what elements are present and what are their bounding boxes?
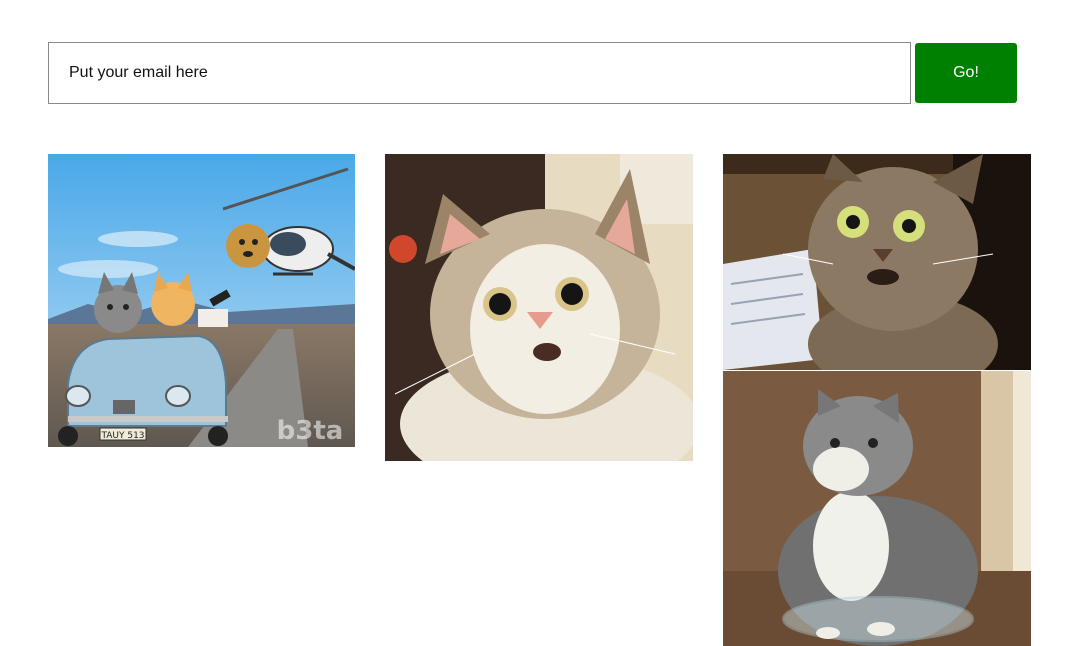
fat-cat-bowl-image bbox=[723, 371, 1031, 646]
b3ta-watermark: b3ta bbox=[277, 416, 344, 446]
go-button[interactable]: Go! bbox=[915, 43, 1017, 103]
gif-fat-cat-in-bowl bbox=[723, 371, 1031, 646]
surprised-tabby-image bbox=[723, 154, 1031, 370]
gif-surprised-tabby-cat bbox=[723, 154, 1031, 370]
email-input[interactable] bbox=[48, 42, 911, 104]
gif-cats-driving-car: TAUY 513 b3ta bbox=[48, 154, 355, 447]
license-plate: TAUY 513 bbox=[100, 431, 144, 441]
cats-car-helicopter-image: TAUY 513 b3ta bbox=[48, 154, 355, 447]
shocked-cat-image bbox=[385, 154, 693, 461]
page: Go! bbox=[0, 0, 1082, 646]
gif-shocked-cat bbox=[385, 154, 693, 461]
